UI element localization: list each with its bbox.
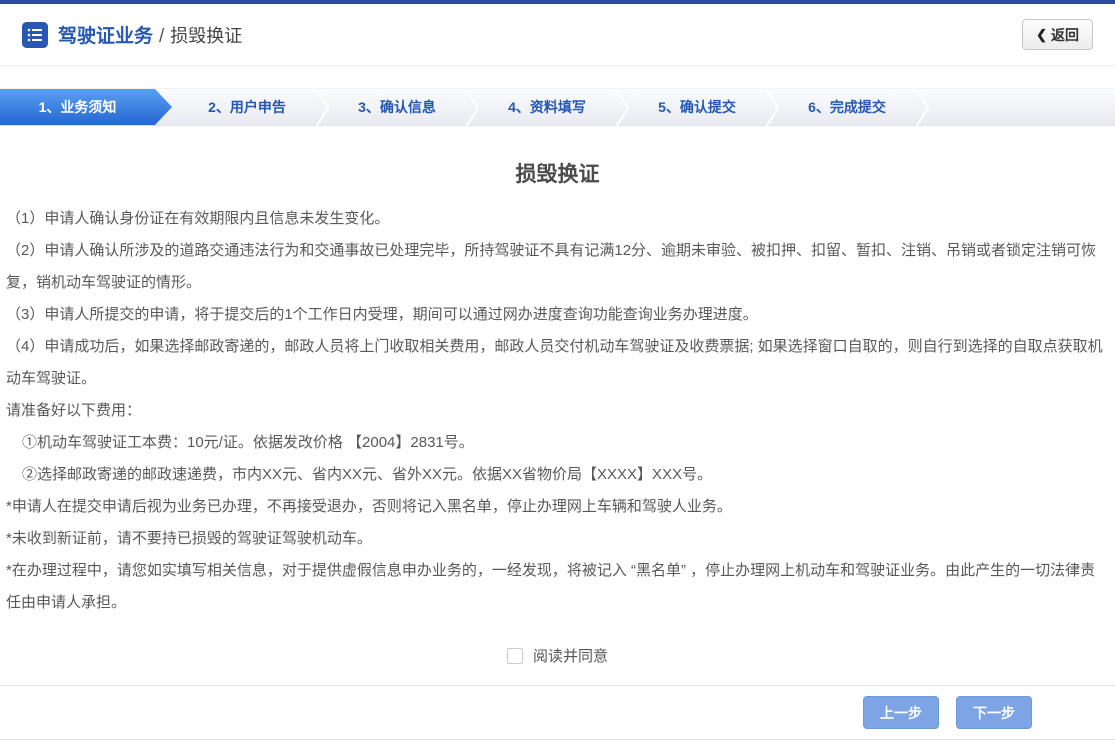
agreement-row: 阅读并同意: [6, 645, 1109, 666]
main-content: 损毁换证 （1）申请人确认身份证在有效期限内且信息未发生变化。 （2）申请人确认…: [0, 158, 1115, 666]
chevron-left-icon: ❮: [1036, 27, 1047, 43]
notice-paragraph-fee-2: ②选择邮政寄递的邮政速递费，市内XX元、省内XX元、省外XX元。依据XX省物价局…: [6, 459, 1109, 491]
step-label: 6、完成提交: [808, 97, 886, 117]
previous-step-button[interactable]: 上一步: [863, 696, 939, 729]
page-title: 损毁换证: [6, 158, 1109, 188]
breadcrumb: 驾驶证业务 / 损毁换证: [58, 21, 242, 48]
step-label: 5、确认提交: [658, 97, 736, 117]
next-step-button[interactable]: 下一步: [956, 696, 1032, 729]
agree-checkbox[interactable]: [507, 648, 523, 664]
notice-paragraph-warning: *申请人在提交申请后视为业务已办理，不再接受退办，否则将记入黑名单，停止办理网上…: [6, 491, 1109, 523]
notice-text-block: （1）申请人确认身份证在有效期限内且信息未发生变化。 （2）申请人确认所涉及的道…: [6, 203, 1109, 619]
step-3-confirm-info: 3、确认信息: [322, 89, 472, 125]
stepbar-filler: [922, 89, 1115, 125]
step-1-business-notice: 1、业务须知: [0, 89, 172, 125]
step-label: 4、资料填写: [508, 97, 586, 117]
footer-action-bar: 上一步 下一步: [0, 685, 1115, 740]
step-2-user-declaration: 2、用户申告: [172, 89, 322, 125]
list-icon: [22, 22, 48, 48]
page-header: 驾驶证业务 / 损毁换证 ❮ 返回: [0, 4, 1115, 66]
breadcrumb-separator: /: [159, 26, 164, 47]
breadcrumb-service-name: 驾驶证业务: [58, 26, 153, 47]
back-button-label: 返回: [1051, 25, 1079, 45]
notice-paragraph: （4）申请成功后，如果选择邮政寄递的，邮政人员将上门收取相关费用，邮政人员交付机…: [6, 331, 1109, 395]
step-label: 2、用户申告: [208, 97, 286, 117]
notice-paragraph: （2）申请人确认所涉及的道路交通违法行为和交通事故已处理完毕，所持驾驶证不具有记…: [6, 235, 1109, 299]
notice-paragraph: （3）申请人所提交的申请，将于提交后的1个工作日内受理，期间可以通过网办进度查询…: [6, 299, 1109, 331]
notice-paragraph: （1）申请人确认身份证在有效期限内且信息未发生变化。: [6, 203, 1109, 235]
step-6-complete-submit: 6、完成提交: [772, 89, 922, 125]
notice-paragraph-warning: *未收到新证前，请不要持已损毁的驾驶证驾驶机动车。: [6, 523, 1109, 555]
agree-label: 阅读并同意: [533, 645, 608, 666]
notice-paragraph: 请准备好以下费用：: [6, 395, 1109, 427]
step-label: 3、确认信息: [358, 97, 436, 117]
step-progress-bar: 1、业务须知 2、用户申告 3、确认信息 4、资料填写 5、确认提交 6、完成提…: [0, 88, 1115, 126]
step-4-fill-materials: 4、资料填写: [472, 89, 622, 125]
back-button[interactable]: ❮ 返回: [1022, 19, 1093, 50]
notice-paragraph-warning: *在办理过程中，请您如实填写相关信息，对于提供虚假信息申办业务的，一经发现，将被…: [6, 555, 1109, 619]
breadcrumb-page-name: 损毁换证: [170, 26, 242, 46]
step-label: 1、业务须知: [39, 97, 117, 117]
step-5-confirm-submit: 5、确认提交: [622, 89, 772, 125]
notice-paragraph-fee-1: ①机动车驾驶证工本费：10元/证。依据发改价格 【2004】2831号。: [6, 427, 1109, 459]
